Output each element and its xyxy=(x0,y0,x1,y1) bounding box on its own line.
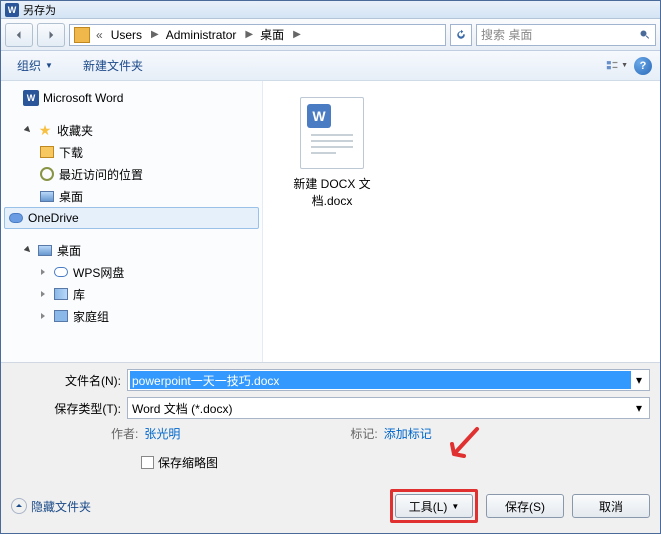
breadcrumb-seg[interactable]: Users xyxy=(107,28,148,42)
chevron-down-icon: ▼ xyxy=(45,61,53,70)
search-placeholder: 搜索 桌面 xyxy=(481,26,639,43)
forward-button[interactable] xyxy=(37,23,65,47)
downloads-icon xyxy=(40,146,54,158)
titlebar: W 另存为 xyxy=(1,1,660,19)
filename-combo[interactable]: ▾ xyxy=(127,369,650,391)
desktop-icon xyxy=(40,191,54,202)
chevron-down-icon[interactable]: ▾ xyxy=(631,401,647,415)
cloud-icon xyxy=(54,267,68,277)
organize-menu[interactable]: 组织▼ xyxy=(9,53,61,78)
breadcrumb-seg[interactable]: Administrator xyxy=(162,28,243,42)
tree-item-libraries[interactable]: 库 xyxy=(1,283,262,305)
chevron-down-icon[interactable]: ▾ xyxy=(631,373,647,387)
save-button[interactable]: 保存(S) xyxy=(486,494,564,518)
breadcrumb[interactable]: « Users ▶ Administrator ▶ 桌面 ▶ xyxy=(69,24,446,46)
annotation-highlight: 工具(L)▼ xyxy=(390,489,478,523)
filetype-input[interactable] xyxy=(130,399,631,417)
chevron-right-icon[interactable]: ▶ xyxy=(242,29,256,40)
filename-input[interactable] xyxy=(130,371,631,389)
body: WMicrosoft Word ★收藏夹 下载 最近访问的位置 桌面 OneDr… xyxy=(1,81,660,363)
tools-button[interactable]: 工具(L)▼ xyxy=(395,494,473,518)
star-icon: ★ xyxy=(37,122,53,138)
chevron-down-icon: ▼ xyxy=(451,502,459,511)
thumbnail-label: 保存缩略图 xyxy=(158,454,218,471)
tree-item-desktop-root[interactable]: 桌面 xyxy=(1,239,262,261)
nav-bar: « Users ▶ Administrator ▶ 桌面 ▶ 搜索 桌面 xyxy=(1,19,660,51)
desktop-icon xyxy=(38,245,52,256)
expand-icon[interactable] xyxy=(39,267,49,277)
chevron-up-icon xyxy=(11,498,27,514)
view-options-button[interactable]: ▼ xyxy=(606,55,628,77)
tags-label: 标记: xyxy=(350,427,377,441)
docx-icon: W xyxy=(300,97,364,169)
app-icon: W xyxy=(5,3,19,17)
tree-item-desktop[interactable]: 桌面 xyxy=(1,185,262,207)
cancel-button[interactable]: 取消 xyxy=(572,494,650,518)
onedrive-icon xyxy=(9,213,23,223)
word-icon: W xyxy=(23,90,39,106)
expand-icon[interactable] xyxy=(39,311,49,321)
tree-item-recent[interactable]: 最近访问的位置 xyxy=(1,163,262,185)
filetype-combo[interactable]: ▾ xyxy=(127,397,650,419)
dialog-title: 另存为 xyxy=(23,2,656,18)
tree-item-favorites[interactable]: ★收藏夹 xyxy=(1,119,262,141)
thumbnail-checkbox[interactable] xyxy=(141,456,154,469)
author-value[interactable]: 张光明 xyxy=(144,427,180,441)
chevron-right-icon[interactable]: ▶ xyxy=(290,29,304,40)
tree-item-downloads[interactable]: 下载 xyxy=(1,141,262,163)
hide-folders-toggle[interactable]: 隐藏文件夹 xyxy=(11,498,91,515)
collapse-icon[interactable] xyxy=(23,245,33,255)
tags-value[interactable]: 添加标记 xyxy=(384,427,432,441)
libraries-icon xyxy=(54,288,68,300)
author-label: 作者: xyxy=(111,427,138,441)
folder-tree: WMicrosoft Word ★收藏夹 下载 最近访问的位置 桌面 OneDr… xyxy=(1,81,263,362)
tree-item-wps[interactable]: WPS网盘 xyxy=(1,261,262,283)
chevron-down-icon: ▼ xyxy=(621,62,628,69)
footer: 文件名(N): ▾ 保存类型(T): ▾ 作者: 张光明 标记: 添加标记 保存缩略… xyxy=(1,363,660,533)
folder-icon xyxy=(74,27,90,43)
filetype-label: 保存类型(T): xyxy=(11,400,121,417)
help-button[interactable]: ? xyxy=(634,57,652,75)
recent-icon xyxy=(40,167,54,181)
tree-item-word[interactable]: WMicrosoft Word xyxy=(1,87,262,109)
toolbar: 组织▼ 新建文件夹 ▼ ? xyxy=(1,51,660,81)
expand-icon[interactable] xyxy=(39,289,49,299)
search-input[interactable]: 搜索 桌面 xyxy=(476,24,656,46)
filename-label: 文件名(N): xyxy=(11,372,121,389)
file-item[interactable]: W 新建 DOCX 文档.docx xyxy=(287,97,377,209)
back-button[interactable] xyxy=(5,23,33,47)
collapse-icon[interactable] xyxy=(23,125,33,135)
history-chevron-icon[interactable]: « xyxy=(92,28,107,42)
breadcrumb-seg[interactable]: 桌面 xyxy=(256,26,290,43)
file-name: 新建 DOCX 文档.docx xyxy=(287,175,377,209)
refresh-button[interactable] xyxy=(450,24,472,46)
tree-item-homegroup[interactable]: 家庭组 xyxy=(1,305,262,327)
file-list[interactable]: W 新建 DOCX 文档.docx xyxy=(263,81,660,362)
search-icon xyxy=(639,29,651,41)
chevron-right-icon[interactable]: ▶ xyxy=(148,29,162,40)
tree-item-onedrive[interactable]: OneDrive xyxy=(4,207,259,229)
homegroup-icon xyxy=(54,310,68,322)
save-as-dialog: W 另存为 « Users ▶ Administrator ▶ 桌面 ▶ 搜索 … xyxy=(0,0,661,534)
new-folder-button[interactable]: 新建文件夹 xyxy=(75,53,151,78)
